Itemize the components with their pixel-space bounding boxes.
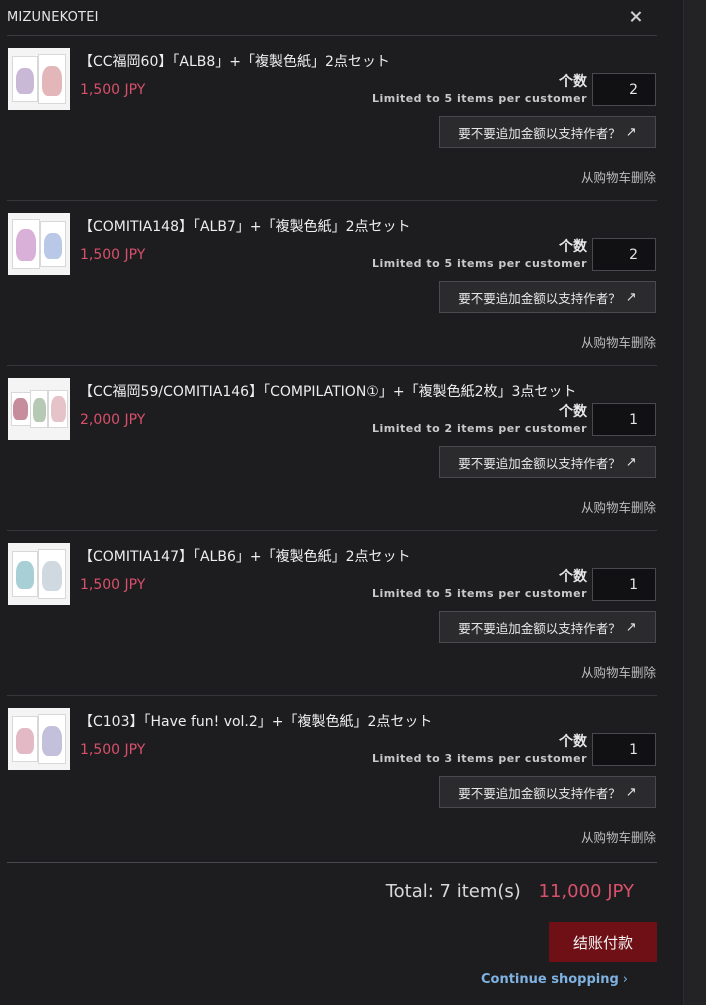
- product-thumbnail[interactable]: [8, 543, 70, 605]
- support-author-label: 要不要追加金额以支持作者？: [458, 620, 621, 636]
- external-arrow-icon: ↗: [625, 454, 637, 470]
- support-author-label: 要不要追加金额以支持作者？: [458, 455, 621, 471]
- page-background-strip: [683, 0, 706, 1005]
- remove-from-cart-link[interactable]: 从购物车删除: [581, 167, 656, 186]
- cart-item: 【C103】「Have fun! vol.2」+「複製色紙」2点セット 1,50…: [7, 696, 657, 861]
- support-author-label: 要不要追加金额以支持作者？: [458, 290, 621, 306]
- purchase-limit: Limited to 2 items per customer: [371, 422, 587, 435]
- product-price: 2,000 JPY: [80, 412, 146, 428]
- support-author-button[interactable]: 要不要追加金额以支持作者？ ↗: [439, 611, 656, 643]
- total-amount: 11,000 JPY: [538, 881, 634, 902]
- product-title[interactable]: 【COMITIA147】「ALB6」+「複製色紙」2点セット: [79, 546, 411, 566]
- product-thumbnail[interactable]: [8, 708, 70, 770]
- quantity-input[interactable]: [592, 238, 656, 271]
- product-price: 1,500 JPY: [80, 577, 146, 593]
- product-thumbnail[interactable]: [8, 213, 70, 275]
- product-title[interactable]: 【CC福岡59/COMITIA146】「COMPILATION①」+「複製色紙2…: [79, 381, 576, 401]
- quantity-label: 个数: [559, 74, 587, 90]
- quantity-label: 个数: [559, 239, 587, 255]
- remove-from-cart-link[interactable]: 从购物车删除: [581, 332, 656, 351]
- external-arrow-icon: ↗: [625, 784, 637, 800]
- quantity-input[interactable]: [592, 733, 656, 766]
- close-icon[interactable]: [627, 6, 645, 28]
- support-author-label: 要不要追加金额以支持作者？: [458, 785, 621, 801]
- continue-shopping-label: Continue shopping: [480, 972, 619, 987]
- support-author-button[interactable]: 要不要追加金额以支持作者？ ↗: [439, 776, 656, 808]
- cart-header: MIZUNEKOTEI: [7, 0, 657, 36]
- support-author-button[interactable]: 要不要追加金额以支持作者？ ↗: [439, 446, 656, 478]
- product-title[interactable]: 【COMITIA148】「ALB7」+「複製色紙」2点セット: [79, 216, 411, 236]
- purchase-limit: Limited to 5 items per customer: [371, 257, 587, 270]
- product-thumbnail[interactable]: [8, 48, 70, 110]
- support-author-button[interactable]: 要不要追加金额以支持作者？ ↗: [439, 116, 656, 148]
- quantity-label: 个数: [559, 734, 587, 750]
- product-price: 1,500 JPY: [80, 82, 146, 98]
- cart-item: 【COMITIA148】「ALB7」+「複製色紙」2点セット 1,500 JPY…: [7, 201, 657, 366]
- remove-from-cart-link[interactable]: 从购物车删除: [581, 662, 656, 681]
- external-arrow-icon: ↗: [625, 289, 637, 305]
- purchase-limit: Limited to 5 items per customer: [371, 587, 587, 600]
- support-author-button[interactable]: 要不要追加金额以支持作者？ ↗: [439, 281, 656, 313]
- quantity-input[interactable]: [592, 568, 656, 601]
- chevron-right-icon: ›: [622, 972, 628, 987]
- external-arrow-icon: ↗: [625, 619, 637, 635]
- product-price: 1,500 JPY: [80, 742, 146, 758]
- summary-divider: [7, 862, 657, 863]
- product-title[interactable]: 【CC福岡60】「ALB8」+「複製色紙」2点セット: [79, 51, 390, 71]
- product-title[interactable]: 【C103】「Have fun! vol.2」+「複製色紙」2点セット: [79, 711, 432, 731]
- cart-panel: MIZUNEKOTEI 【CC福岡60】「ALB8」+「複製色紙」2点セット 1…: [0, 0, 683, 1005]
- product-price: 1,500 JPY: [80, 247, 146, 263]
- checkout-button[interactable]: 结账付款: [549, 922, 657, 962]
- quantity-label: 个数: [559, 404, 587, 420]
- quantity-label: 个数: [559, 569, 587, 585]
- quantity-input[interactable]: [592, 403, 656, 436]
- total-label: Total:: [385, 881, 434, 902]
- remove-from-cart-link[interactable]: 从购物车删除: [581, 827, 656, 846]
- external-arrow-icon: ↗: [625, 124, 637, 140]
- cart-total: Total: 7 item(s) 11,000 JPY: [386, 881, 634, 902]
- cart-item: 【CC福岡59/COMITIA146】「COMPILATION①」+「複製色紙2…: [7, 366, 657, 531]
- continue-shopping-link[interactable]: Continue shopping ›: [481, 972, 628, 987]
- product-thumbnail[interactable]: [8, 378, 70, 440]
- item-count: 7 item(s): [439, 881, 521, 902]
- purchase-limit: Limited to 3 items per customer: [371, 752, 587, 765]
- cart-item: 【CC福岡60】「ALB8」+「複製色紙」2点セット 1,500 JPY 个数 …: [7, 36, 657, 201]
- quantity-input[interactable]: [592, 73, 656, 106]
- store-name: MIZUNEKOTEI: [7, 10, 99, 25]
- purchase-limit: Limited to 5 items per customer: [371, 92, 587, 105]
- remove-from-cart-link[interactable]: 从购物车删除: [581, 497, 656, 516]
- cart-item: 【COMITIA147】「ALB6」+「複製色紙」2点セット 1,500 JPY…: [7, 531, 657, 696]
- support-author-label: 要不要追加金额以支持作者？: [458, 125, 621, 141]
